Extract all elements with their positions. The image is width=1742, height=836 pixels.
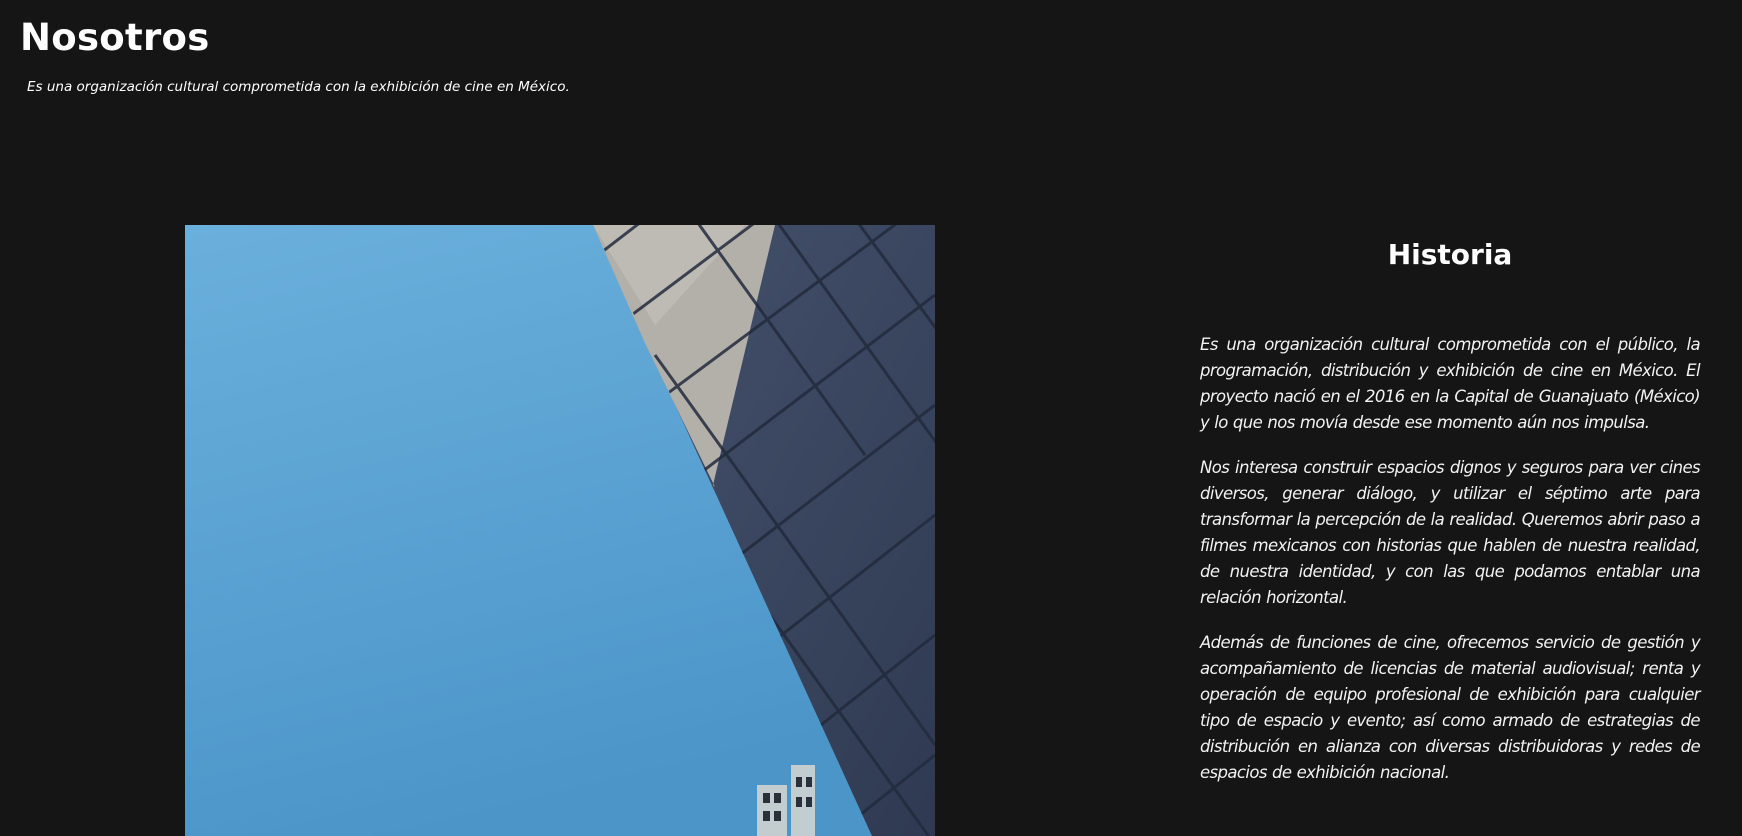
- history-title: Historia: [1387, 238, 1513, 271]
- about-page: Nosotros Es una organización cultural co…: [0, 0, 1742, 836]
- history-paragraph-1: Es una organización cultural comprometid…: [1200, 335, 1701, 432]
- history-paragraph-3: Además de funciones de cine, ofrecemos s…: [1200, 633, 1701, 782]
- page-title: Nosotros: [20, 16, 210, 59]
- history-paragraph-2: Nos interesa construir espacios dignos y…: [1200, 458, 1701, 607]
- building-sky-photo: [185, 225, 935, 836]
- page-subtitle: Es una organización cultural comprometid…: [27, 79, 570, 95]
- history-section: Historia Es una organización cultural co…: [1200, 235, 1701, 805]
